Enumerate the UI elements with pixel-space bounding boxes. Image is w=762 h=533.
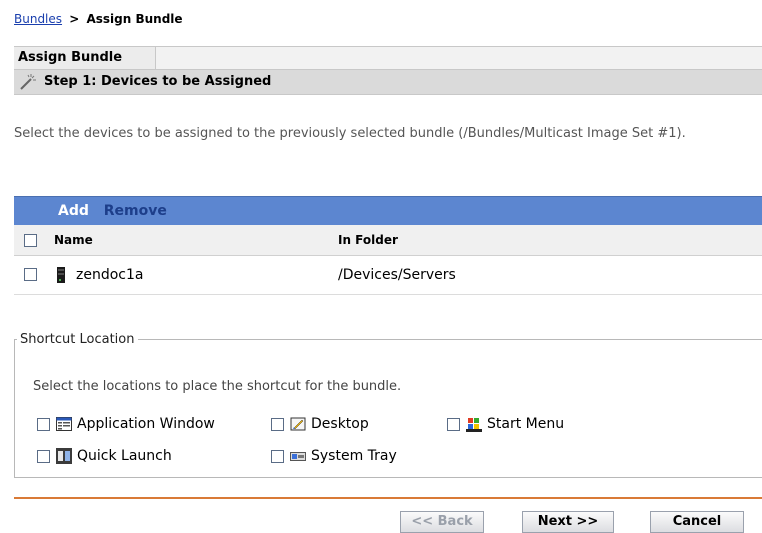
step-header: Step 1: Devices to be Assigned [14,70,762,95]
row-checkbox[interactable] [24,268,37,281]
application-window-icon [56,417,72,431]
option-quick-launch[interactable]: Quick Launch [37,447,172,465]
shortcut-location-group: Shortcut Location Select the locations t… [14,332,762,478]
option-desktop[interactable]: Desktop [271,415,369,433]
next-button[interactable]: Next >> [522,511,614,533]
back-button[interactable]: << Back [400,511,484,533]
breadcrumb: Bundles > Assign Bundle [14,12,183,26]
desktop-checkbox[interactable] [271,417,284,431]
option-system-tray[interactable]: System Tray [271,447,397,465]
step-title: Step 1: Devices to be Assigned [44,74,272,89]
table-header: Name In Folder [14,225,762,256]
quick-launch-icon [56,448,72,464]
breadcrumb-separator: > [69,12,80,26]
wizard-wand-icon [20,74,36,90]
application-window-checkbox[interactable] [37,417,50,431]
start-menu-label: Start Menu [487,416,565,432]
shortcut-description: Select the locations to place the shortc… [33,379,402,394]
system-tray-label: System Tray [311,448,397,464]
cancel-button[interactable]: Cancel [650,511,744,533]
remove-button[interactable]: Remove [104,203,167,219]
desktop-icon [290,417,306,431]
system-tray-checkbox[interactable] [271,449,284,463]
footer-divider [14,497,762,499]
option-application-window[interactable]: Application Window [37,415,215,433]
option-start-menu[interactable]: Start Menu [447,415,564,433]
quick-launch-label: Quick Launch [77,448,172,464]
system-tray-icon [290,452,306,461]
quick-launch-checkbox[interactable] [37,449,50,463]
page-description: Select the devices to be assigned to the… [14,126,686,141]
application-window-label: Application Window [77,416,215,432]
breadcrumb-current: Assign Bundle [86,12,183,26]
column-header-name[interactable]: Name [54,225,93,255]
table-toolbar: Add Remove [14,196,762,225]
tab-assign-bundle: Assign Bundle [14,47,156,69]
shortcut-legend: Shortcut Location [20,332,135,347]
select-all-checkbox[interactable] [24,234,37,247]
devices-table: Add Remove Name In Folder zendoc1a /Devi… [14,196,762,295]
column-header-folder[interactable]: In Folder [338,225,398,255]
device-folder: /Devices/Servers [338,267,456,283]
add-button[interactable]: Add [58,203,89,219]
server-icon [57,267,65,283]
desktop-label: Desktop [311,416,369,432]
tab-row: Assign Bundle [14,46,762,70]
device-name-link[interactable]: zendoc1a [76,256,143,294]
start-menu-icon [466,418,482,432]
table-row: zendoc1a /Devices/Servers [14,256,762,295]
breadcrumb-link-bundles[interactable]: Bundles [14,12,62,26]
wizard-panel: Assign Bundle Step 1: Devices to be Assi… [14,46,762,95]
start-menu-checkbox[interactable] [447,417,460,431]
